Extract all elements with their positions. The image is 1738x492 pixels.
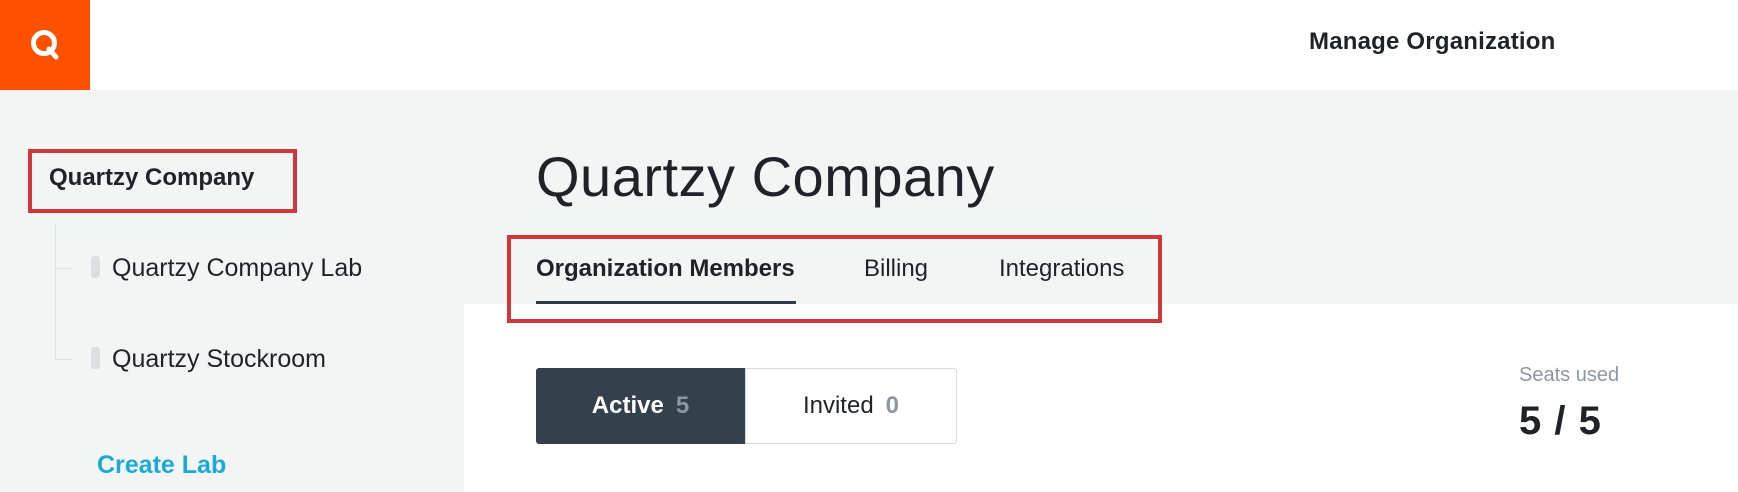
filter-active-count: 5	[675, 392, 690, 419]
tab-organization-members[interactable]: Organization Members	[536, 255, 795, 283]
drag-handle-icon[interactable]	[91, 256, 100, 278]
filter-invited-label: Invited	[802, 392, 874, 419]
sidebar-item-stockroom[interactable]: Quartzy Stockroom	[112, 345, 326, 374]
top-bar: Manage Organization	[0, 0, 1738, 90]
create-lab-link[interactable]: Create Lab	[97, 451, 226, 480]
sidebar-org-name[interactable]: Quartzy Company	[49, 164, 254, 192]
filter-active-button[interactable]: Active 5	[536, 368, 745, 444]
filter-invited-count: 0	[885, 392, 900, 419]
filter-active-label: Active	[591, 392, 664, 419]
quartzy-logo[interactable]	[0, 0, 90, 90]
active-tab-underline	[536, 301, 796, 304]
tab-billing[interactable]: Billing	[864, 255, 928, 283]
seats-used-label: Seats used	[1519, 364, 1620, 386]
filter-invited-button[interactable]: Invited 0	[745, 368, 957, 444]
manage-organization-link[interactable]: Manage Organization	[1309, 28, 1556, 56]
tree-branch	[55, 359, 73, 360]
quartzy-logo-icon	[31, 30, 59, 60]
drag-handle-icon[interactable]	[91, 347, 100, 369]
tree-branch	[55, 268, 73, 269]
tab-integrations[interactable]: Integrations	[999, 255, 1124, 283]
page-title: Quartzy Company	[536, 145, 995, 208]
tree-line	[55, 224, 56, 360]
sidebar-item-lab[interactable]: Quartzy Company Lab	[112, 254, 362, 283]
seats-used-value: 5 / 5	[1519, 399, 1602, 443]
